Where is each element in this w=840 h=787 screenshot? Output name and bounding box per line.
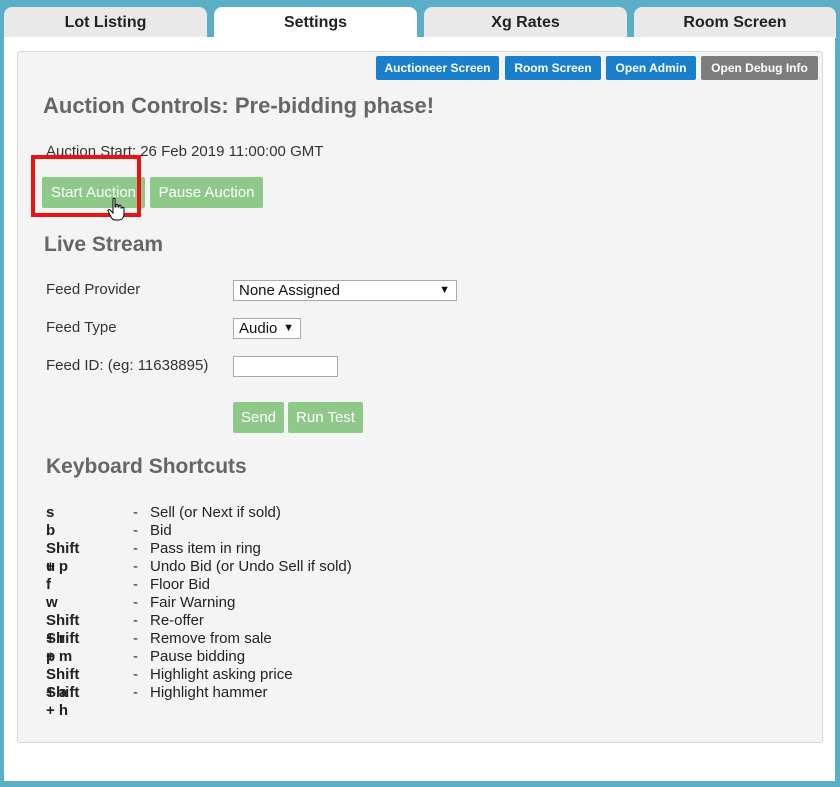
feed-type-value: Audio — [239, 320, 278, 337]
run-test-button[interactable]: Run Test — [288, 402, 363, 433]
feed-id-label: Feed ID: (eg: 11638895) — [46, 357, 209, 374]
keyboard-shortcuts-title: Keyboard Shortcuts — [46, 455, 247, 478]
shortcut-key: u — [46, 558, 56, 575]
shortcut-separator: - — [133, 558, 138, 575]
pause-auction-button[interactable]: Pause Auction — [150, 177, 263, 208]
feed-type-label: Feed Type — [46, 319, 117, 336]
shortcut-separator: - — [133, 522, 138, 539]
feed-id-input[interactable] — [233, 356, 338, 377]
shortcut-description: Re-offer — [150, 612, 204, 629]
shortcut-separator: - — [133, 576, 138, 593]
shortcut-separator: - — [133, 666, 138, 683]
feed-provider-label: Feed Provider — [46, 281, 141, 298]
tab-lot-listing[interactable]: Lot Listing — [4, 7, 207, 38]
shortcut-key: f — [46, 576, 51, 593]
shortcut-description: Highlight asking price — [150, 666, 293, 683]
dropdown-arrow-icon: ▼ — [439, 284, 450, 296]
shortcut-key: b — [46, 522, 56, 539]
shortcut-description: Sell (or Next if sold) — [150, 504, 281, 521]
open-debug-info-button[interactable]: Open Debug Info — [701, 56, 818, 80]
shortcut-key: s — [46, 504, 55, 521]
hand-pointer-icon — [107, 197, 125, 221]
open-admin-button[interactable]: Open Admin — [606, 56, 696, 80]
shortcut-separator: - — [133, 540, 138, 557]
tab-settings[interactable]: Settings — [214, 7, 417, 38]
shortcut-description: Bid — [150, 522, 172, 539]
shortcut-separator: - — [133, 504, 138, 521]
shortcut-separator: - — [133, 648, 138, 665]
settings-panel: Auctioneer Screen Room Screen Open Admin… — [4, 37, 835, 781]
feed-provider-value: None Assigned — [239, 282, 340, 299]
feed-provider-select[interactable]: None Assigned ▼ — [233, 280, 457, 301]
shortcut-separator: - — [133, 594, 138, 611]
shortcut-key: Shift + h — [46, 684, 80, 719]
tab-bar: Lot Listing Settings Xg Rates Room Scree… — [0, 0, 840, 38]
shortcut-description: Pause bidding — [150, 648, 246, 665]
room-screen-button[interactable]: Room Screen — [505, 56, 601, 80]
tab-xg-rates[interactable]: Xg Rates — [424, 7, 627, 38]
auction-controls-title: Auction Controls: Pre-bidding phase! — [43, 93, 435, 118]
shortcut-description: Remove from sale — [150, 630, 272, 647]
live-stream-title: Live Stream — [44, 233, 164, 256]
shortcut-description: Fair Warning — [150, 594, 236, 611]
shortcut-description: Pass item in ring — [150, 540, 261, 557]
shortcut-key: p — [46, 648, 56, 665]
feed-type-select[interactable]: Audio ▼ — [233, 318, 301, 339]
shortcut-separator: - — [133, 630, 138, 647]
send-button[interactable]: Send — [233, 402, 284, 433]
shortcut-description: Highlight hammer — [150, 684, 268, 701]
shortcut-description: Floor Bid — [150, 576, 211, 593]
shortcut-separator: - — [133, 684, 138, 701]
tab-room-screen[interactable]: Room Screen — [634, 7, 836, 38]
settings-content: Auctioneer Screen Room Screen Open Admin… — [17, 51, 823, 743]
dropdown-arrow-icon: ▼ — [283, 322, 294, 334]
shortcut-separator: - — [133, 612, 138, 629]
shortcut-description: Undo Bid (or Undo Sell if sold) — [150, 558, 352, 575]
auction-start-value: 26 Feb 2019 11:00:00 GMT — [140, 143, 324, 160]
auctioneer-screen-button[interactable]: Auctioneer Screen — [376, 56, 499, 80]
shortcut-key: w — [46, 594, 58, 611]
